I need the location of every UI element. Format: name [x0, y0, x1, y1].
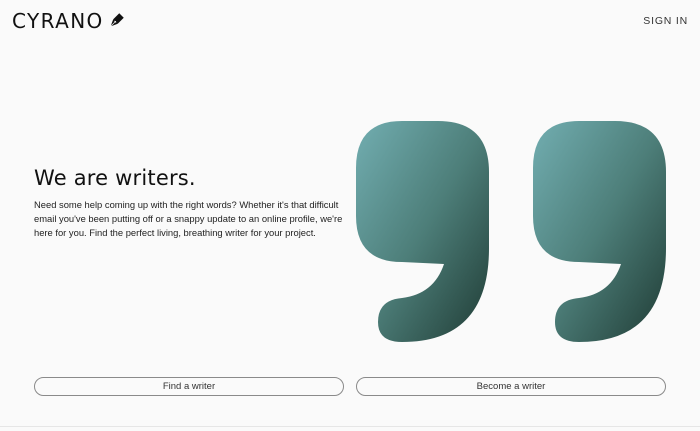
quote-marks-illustration [356, 121, 666, 342]
hero-description: Need some help coming up with the right … [34, 199, 343, 239]
divider [0, 426, 700, 427]
fountain-pen-nib-icon [109, 13, 124, 28]
become-writer-button[interactable]: Become a writer [356, 377, 666, 396]
find-writer-button[interactable]: Find a writer [34, 377, 344, 396]
left-quote-mark [356, 121, 489, 342]
hero-title: We are writers. [34, 166, 196, 190]
sign-in-link[interactable]: SIGN IN [643, 15, 688, 27]
logo[interactable]: CYRANO [12, 9, 126, 33]
right-quote-mark [533, 121, 666, 342]
logo-text: CYRANO [12, 9, 104, 33]
site-header: CYRANO SIGN IN [0, 0, 700, 44]
